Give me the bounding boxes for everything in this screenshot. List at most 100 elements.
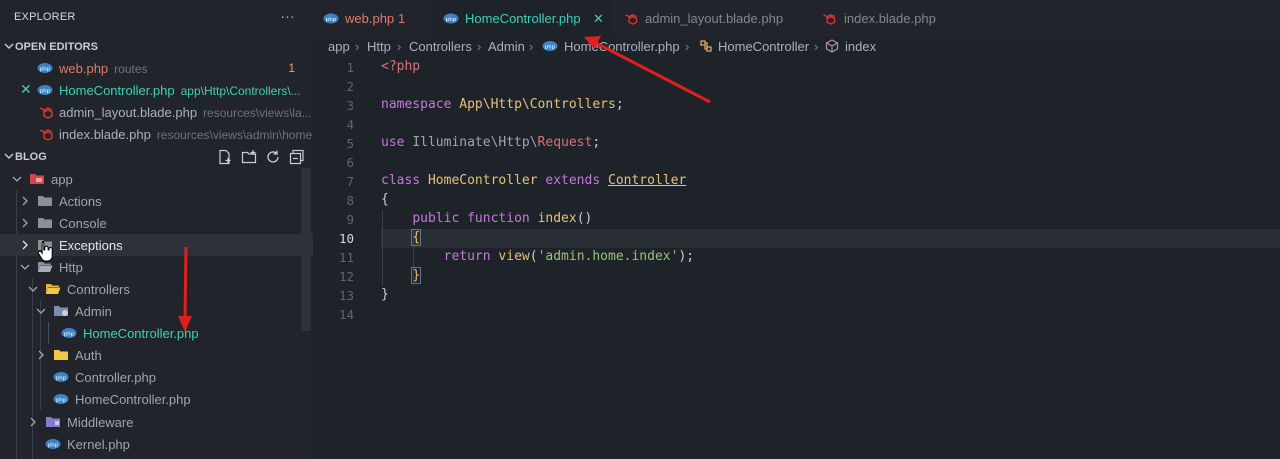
tree-label: Kernel.php <box>67 437 130 452</box>
line-number: 4 <box>346 117 354 132</box>
breadcrumb-item[interactable]: app <box>328 39 350 54</box>
brace-match: { <box>411 229 422 246</box>
namespace-name: Illuminate\Http\ <box>412 135 538 150</box>
chevron-down-icon <box>20 264 30 270</box>
laravel-icon <box>823 14 836 25</box>
open-editor-index-blade[interactable]: index.blade.php resources\views\admin\hom… <box>0 123 313 145</box>
tab-close-icon[interactable]: ✕ <box>593 11 604 27</box>
namespace-name: App\Http\Controllers <box>459 97 616 112</box>
keyword: namespace <box>381 97 452 112</box>
tab-index-blade[interactable]: index.blade.php <box>811 0 971 36</box>
explorer-title: EXPLORER <box>14 11 76 23</box>
laravel-icon <box>39 129 53 141</box>
line-number: 11 <box>338 250 354 265</box>
code-line-11: return view('admin.home.index'); <box>381 249 694 264</box>
new-file-icon[interactable] <box>217 149 233 165</box>
collapse-all-icon[interactable] <box>289 149 305 165</box>
punctuation: ; <box>592 135 601 150</box>
project-section[interactable]: BLOG <box>0 146 313 168</box>
chevron-down-icon <box>4 43 14 49</box>
tree-label: Console <box>59 216 107 231</box>
php-icon: php <box>37 63 53 73</box>
close-icon[interactable]: ✕ <box>20 81 32 98</box>
more-actions-icon[interactable]: … <box>280 5 295 22</box>
chevron-right-icon <box>38 350 44 360</box>
keyword: class <box>381 173 421 188</box>
code-line-3: namespace App\Http\Controllers; <box>381 97 624 112</box>
open-editor-desc: resources\views\admin\home <box>156 128 313 142</box>
php-icon: php <box>53 372 69 382</box>
class-symbol-icon <box>700 40 712 52</box>
brace-match: } <box>411 267 422 284</box>
tree-file-controller[interactable]: php Controller.php <box>0 366 313 388</box>
tree-folder-admin[interactable]: Admin <box>0 300 313 322</box>
sidebar-scrollbar[interactable] <box>301 168 311 331</box>
current-line-highlight <box>381 229 1280 248</box>
string-literal: 'admin.home.index' <box>537 249 679 264</box>
tree-label: Admin <box>75 304 112 319</box>
breadcrumb-item[interactable]: Http <box>367 39 391 54</box>
line-number: 5 <box>346 136 354 151</box>
folder-icon <box>38 196 52 206</box>
open-editor-desc: routes <box>114 62 148 76</box>
app-folder-icon <box>30 174 44 184</box>
breadcrumb-item[interactable]: Admin <box>488 39 525 54</box>
breadcrumb-item[interactable]: index <box>845 39 876 54</box>
chevron-down-icon <box>12 176 22 182</box>
tree-file-admin-homecontroller[interactable]: php HomeController.php <box>0 322 313 344</box>
tab-admin-layout[interactable]: admin_layout.blade.php <box>611 0 811 36</box>
method-symbol-icon <box>825 39 839 53</box>
chevron-down-icon <box>4 153 14 159</box>
breadcrumb-item[interactable]: Controllers <box>409 39 472 54</box>
open-editor-web-php[interactable]: php web.php routes 1 <box>0 57 313 79</box>
open-editor-name: HomeController.php <box>59 83 175 98</box>
chevron-right-icon: › <box>355 39 360 54</box>
breadcrumb-item[interactable]: HomeController <box>718 39 809 54</box>
svg-text:php: php <box>545 44 556 50</box>
tree-label: Http <box>59 260 83 275</box>
new-folder-icon[interactable] <box>241 149 257 165</box>
tree-folder-console[interactable]: Console <box>0 212 313 234</box>
folder-icon <box>38 218 52 228</box>
tree-file-kernel[interactable]: php Kernel.php <box>0 433 313 455</box>
code-line-5: use Illuminate\Http\Request; <box>381 135 600 150</box>
open-editor-homecontroller[interactable]: ✕ php HomeController.php app\Http\Control… <box>0 79 313 101</box>
open-editors-label: OPEN EDITORS <box>15 41 98 53</box>
function-name: index <box>537 211 577 226</box>
line-number: 3 <box>346 98 354 113</box>
parent-class-name: Controller <box>608 173 687 188</box>
chevron-right-icon: › <box>529 39 534 54</box>
auth-folder-icon <box>54 350 68 360</box>
code-line-7: class HomeController extends Controller <box>381 173 686 188</box>
tab-web-php[interactable]: php web.php 1 <box>313 0 431 36</box>
svg-text:php: php <box>48 442 59 448</box>
php-open-tag: <?php <box>381 59 421 74</box>
tree-label: HomeController.php <box>75 392 191 407</box>
admin-folder-icon <box>54 306 68 316</box>
svg-text:php: php <box>56 397 67 403</box>
line-number: 1 <box>346 60 354 75</box>
tab-label: HomeController.php <box>465 11 581 26</box>
tree-folder-actions[interactable]: Actions <box>0 190 313 212</box>
open-editor-name: web.php <box>59 61 109 76</box>
chevron-right-icon: › <box>397 39 402 54</box>
open-editors-section[interactable]: OPEN EDITORS <box>0 36 313 58</box>
class-name: Request <box>537 135 593 150</box>
refresh-icon[interactable] <box>265 149 281 165</box>
tree-folder-middleware[interactable]: Middleware <box>0 411 313 433</box>
tree-folder-app[interactable]: app <box>0 168 313 190</box>
tree-folder-controllers[interactable]: Controllers <box>0 278 313 300</box>
function-name: view <box>498 249 530 264</box>
chevron-right-icon <box>22 196 28 206</box>
middleware-folder-icon <box>46 417 60 427</box>
svg-text:php: php <box>64 331 75 337</box>
chevron-right-icon <box>22 240 28 250</box>
tree-file-homecontroller[interactable]: php HomeController.php <box>0 388 313 410</box>
tree-label: Middleware <box>67 415 134 430</box>
tab-homecontroller[interactable]: php HomeController.php ✕ <box>431 0 611 36</box>
breadcrumb-item[interactable]: HomeController.php <box>564 39 680 54</box>
tree-label: Controllers <box>67 282 130 297</box>
code-line-9: public function index() <box>381 211 592 226</box>
tree-folder-auth[interactable]: Auth <box>0 344 313 366</box>
open-editor-admin-layout[interactable]: admin_layout.blade.php resources\views\la… <box>0 101 313 123</box>
